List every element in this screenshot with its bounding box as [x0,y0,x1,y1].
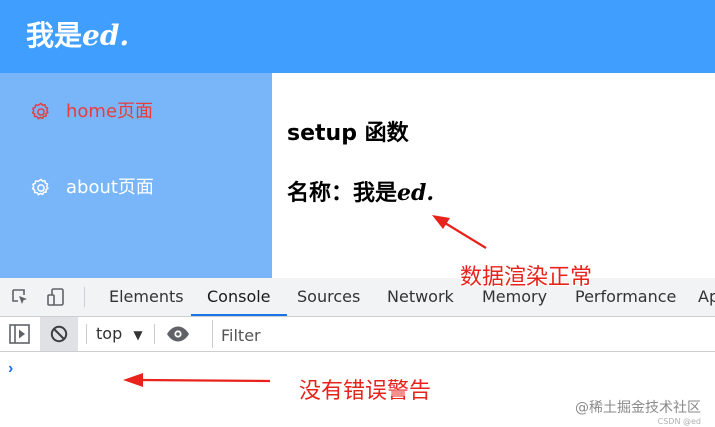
app-title-prefix: 我是 [26,19,83,52]
console-toolbar: top ▼ [0,317,715,352]
gear-icon [31,102,49,120]
show-sidebar-icon[interactable] [8,317,32,351]
app-title: 我是ed. [26,14,129,54]
context-selector[interactable]: top ▼ [96,317,143,351]
gear-icon [31,178,49,196]
clear-icon [50,325,68,343]
app-header: 我是ed. [0,0,715,73]
sidebar-item-about[interactable]: about页面 [0,160,272,216]
toolbar-divider [84,287,85,307]
main-content: setup 函数 名称：我是ed. [272,73,715,278]
sidebar-item-label: home页面 [66,101,154,122]
device-toolbar-icon[interactable] [46,287,66,307]
eye-icon[interactable] [164,317,192,351]
triangle-down-icon: ▼ [133,328,143,342]
sidebar-item-home[interactable]: home页面 [0,84,272,140]
name-suffix: ed. [397,180,435,206]
tab-console[interactable]: Console [191,278,287,316]
annotation-render-ok: 数据渲染正常 [460,265,593,290]
devtools-tab-bar: Elements Console Sources Network Memory … [0,278,715,317]
clear-console-button[interactable] [40,317,78,351]
page-heading: setup 函数 [287,121,409,146]
context-selector-label: top [96,324,123,343]
sidebar: home页面 about页面 [0,73,272,278]
filter-input[interactable] [213,320,703,350]
app-title-suffix: ed. [82,19,130,52]
console-prompt-icon: › [8,360,14,377]
name-prefix: 名称：我是 [287,181,398,206]
sidebar-item-label: about页面 [66,177,154,198]
tab-sources[interactable]: Sources [297,278,360,316]
toolbar-divider [86,324,87,344]
name-line: 名称：我是ed. [287,175,434,207]
filter-field [212,320,715,350]
inspect-element-icon[interactable] [10,287,30,307]
watermark: @稀土掘金技术社区 [575,400,701,416]
tab-application[interactable]: Ap [698,278,715,316]
annotation-no-errors: 没有错误警告 [299,379,432,404]
watermark-small: CSDN @ed [657,417,701,426]
tab-network[interactable]: Network [387,278,454,316]
tab-elements[interactable]: Elements [109,278,184,316]
toolbar-divider [154,324,155,344]
